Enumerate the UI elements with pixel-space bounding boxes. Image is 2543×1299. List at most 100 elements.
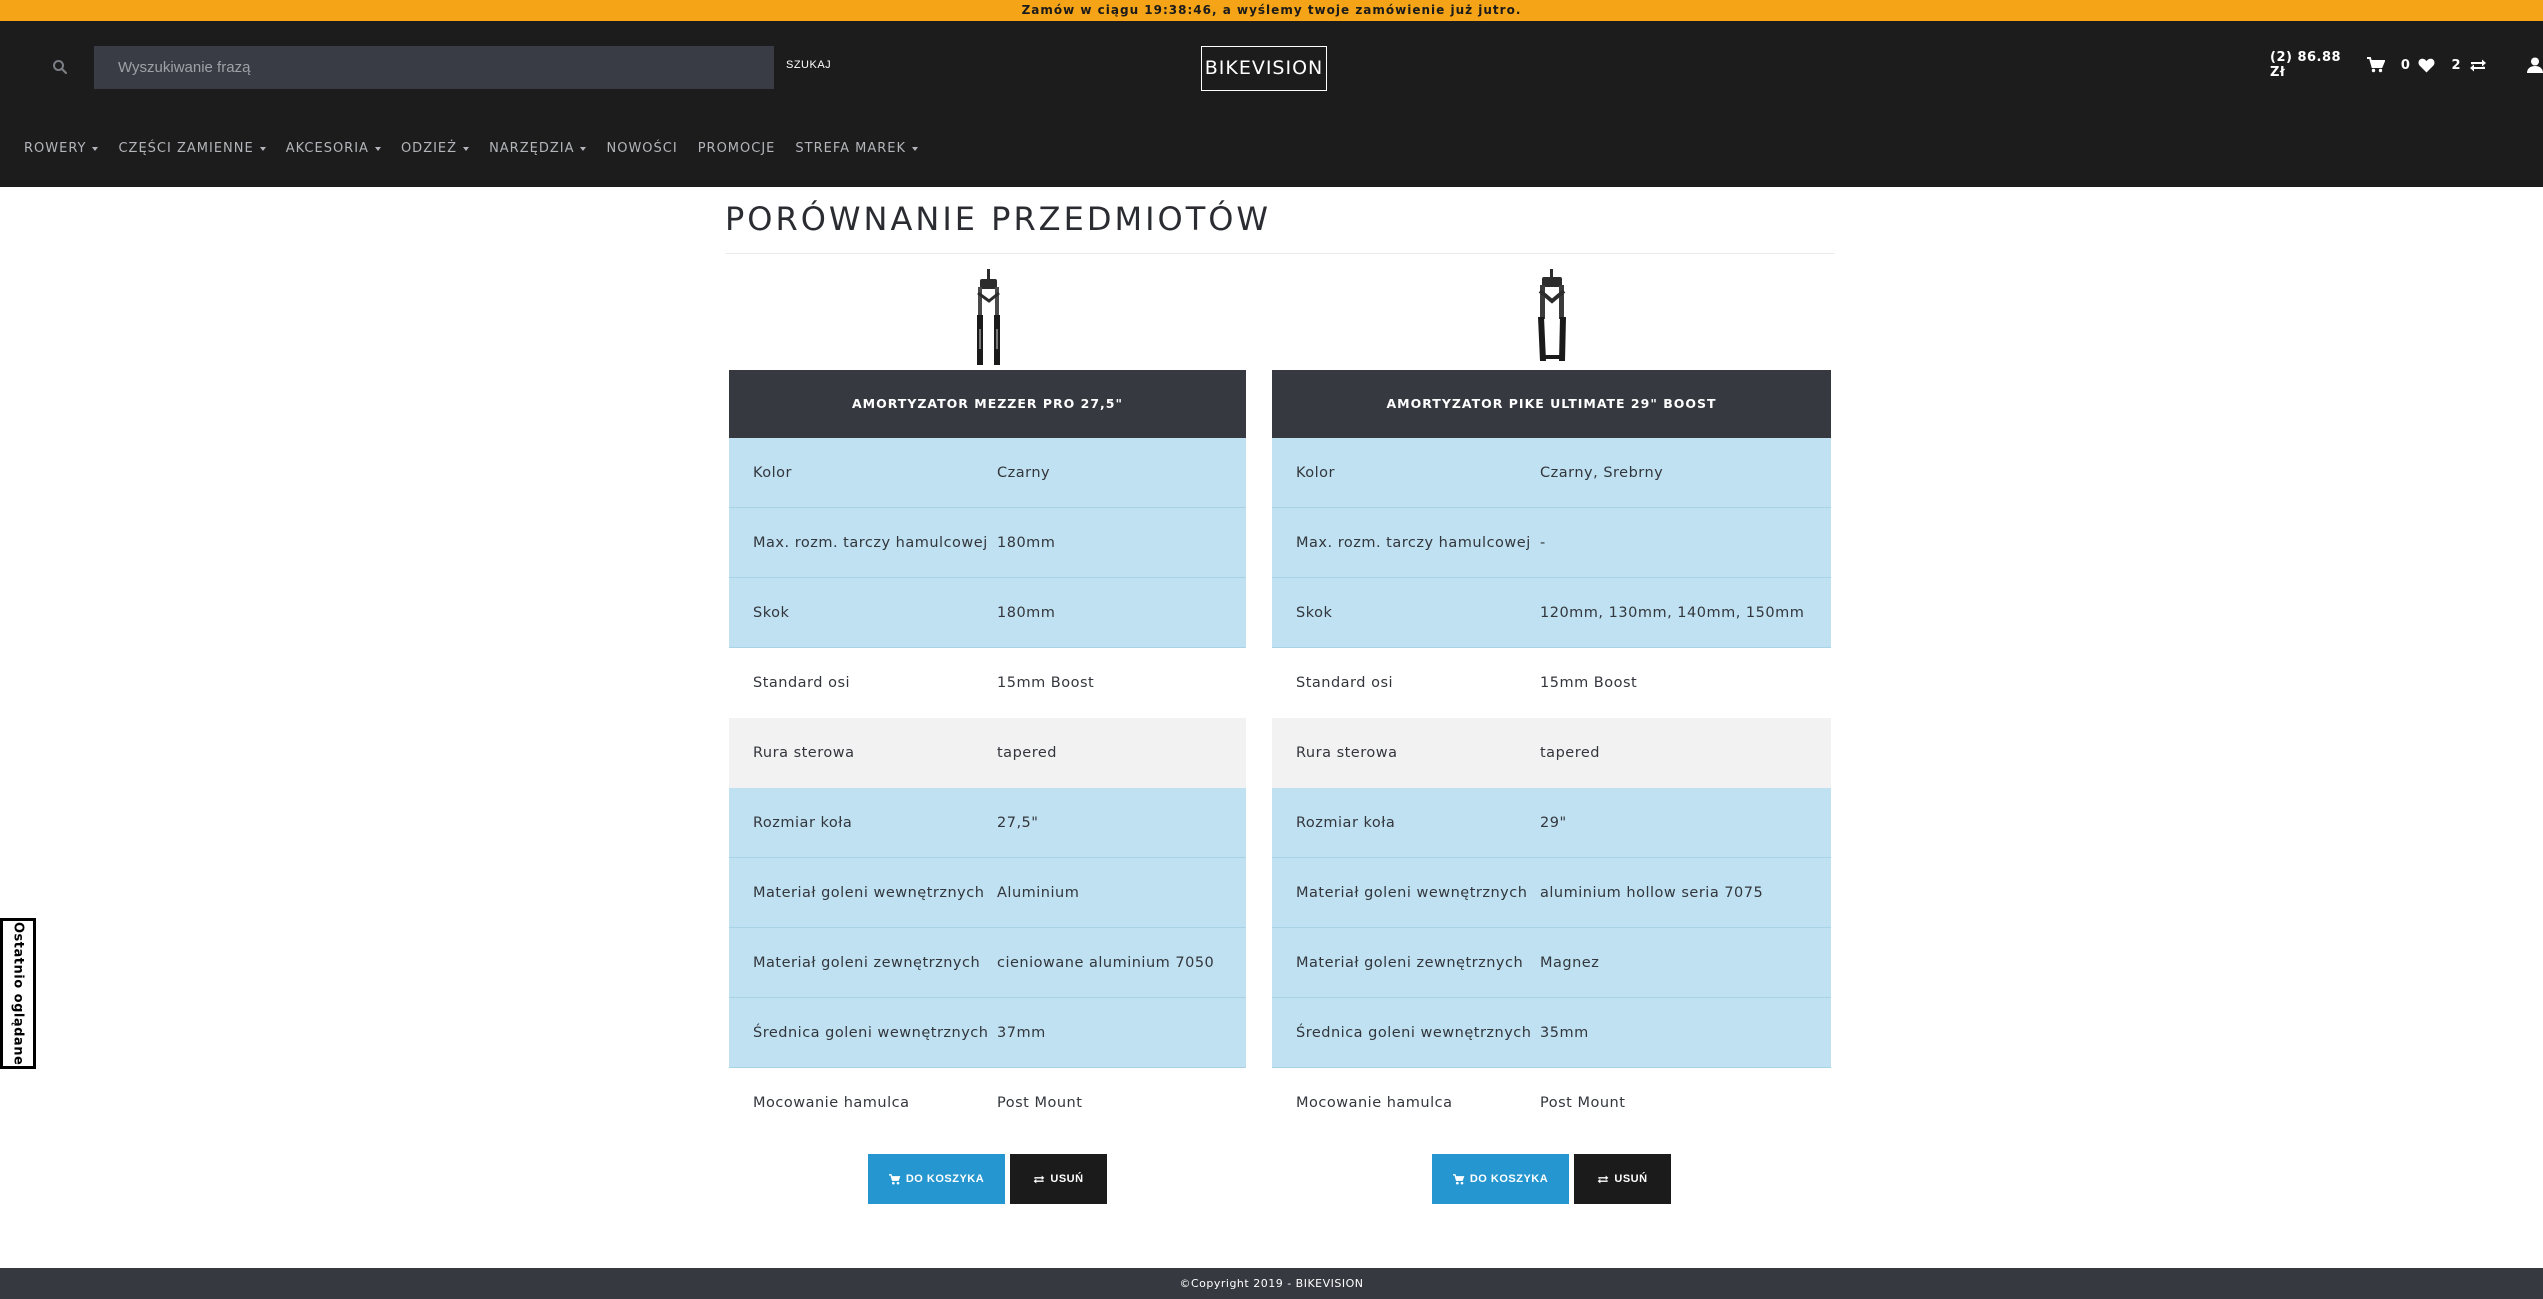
search-input[interactable]: [94, 46, 774, 89]
spec-row: Max. rozm. tarczy hamulcowej -: [1272, 508, 1831, 578]
promo-bar: Zamów w ciągu 19:38:46, a wyślemy twoje …: [0, 0, 2543, 21]
spec-row: Rura sterowa tapered: [1272, 718, 1831, 788]
recently-viewed-tab[interactable]: Ostatnio oglądane: [0, 918, 36, 1069]
spec-label: Mocowanie hamulca: [1296, 1094, 1453, 1111]
caret-down-icon: [374, 146, 381, 151]
nav-item[interactable]: ODZIEŻ: [401, 141, 470, 156]
spec-row: Skok 120mm, 130mm, 140mm, 150mm: [1272, 578, 1831, 648]
caret-down-icon: [92, 146, 99, 151]
account-link[interactable]: [2527, 57, 2543, 73]
remove-label: USUŃ: [1614, 1173, 1648, 1185]
product-name[interactable]: AMORTYZATOR MEZZER PRO 27,5": [729, 370, 1246, 438]
spec-value: Post Mount: [997, 1094, 1083, 1111]
spec-label: Rozmiar koła: [1296, 814, 1396, 831]
spec-label: Rura sterowa: [753, 744, 855, 761]
caret-down-icon: [259, 146, 266, 151]
nav-item[interactable]: STREFA MAREK: [795, 141, 919, 156]
wishlist-count: 0: [2400, 57, 2411, 73]
spec-row: Standard osi 15mm Boost: [729, 648, 1246, 718]
spec-value: 27,5": [997, 814, 1039, 831]
page-title: PORÓWNANIE PRZEDMIOTÓW: [725, 200, 1272, 238]
spec-row: Max. rozm. tarczy hamulcowej 180mm: [729, 508, 1246, 578]
nav-item[interactable]: PROMOCJE: [698, 141, 776, 156]
nav-item-label: NOWOŚCI: [606, 141, 678, 156]
remove-button[interactable]: USUŃ: [1010, 1154, 1107, 1204]
title-divider: [725, 253, 1835, 254]
spec-row: Materiał goleni wewnętrznych Aluminium: [729, 858, 1246, 928]
nav-item[interactable]: NARZĘDZIA: [489, 141, 587, 156]
spec-value: 180mm: [997, 604, 1056, 621]
caret-down-icon: [463, 146, 470, 151]
search-icon[interactable]: [52, 59, 72, 79]
spec-table: Kolor Czarny Max. rozm. tarczy hamulcowej 1…: [729, 438, 1246, 1138]
nav-item-label: CZĘŚCI ZAMIENNE: [118, 141, 254, 156]
heart-icon: [2418, 58, 2435, 73]
spec-label: Średnica goleni wewnętrznych: [1296, 1024, 1532, 1041]
spec-row: Materiał goleni wewnętrznych aluminium ho…: [1272, 858, 1831, 928]
product-image[interactable]: [1527, 269, 1577, 369]
spec-value: Czarny, Srebrny: [1540, 464, 1664, 481]
spec-label: Standard osi: [1296, 674, 1394, 691]
remove-button[interactable]: USUŃ: [1574, 1154, 1671, 1204]
add-to-cart-button[interactable]: DO KOSZYKA: [1432, 1154, 1569, 1204]
cart-total: (2) 86.88 Zł: [2270, 50, 2342, 80]
spec-row: Skok 180mm: [729, 578, 1246, 648]
nav-item[interactable]: CZĘŚCI ZAMIENNE: [118, 141, 266, 156]
spec-value: Aluminium: [997, 884, 1080, 901]
spec-label: Skok: [753, 604, 790, 621]
site-logo[interactable]: BIKEVISION: [1201, 46, 1327, 91]
spec-value: tapered: [1540, 744, 1600, 761]
remove-label: USUŃ: [1050, 1173, 1084, 1185]
add-to-cart-button[interactable]: DO KOSZYKA: [868, 1154, 1005, 1204]
spec-value: -: [1540, 534, 1546, 551]
spec-value: 37mm: [997, 1024, 1046, 1041]
compare-link[interactable]: 2: [2451, 58, 2487, 73]
cart-icon: [888, 1173, 901, 1184]
cart-icon: [1452, 1173, 1465, 1184]
wishlist-link[interactable]: 0: [2401, 58, 2436, 73]
spec-value: 35mm: [1540, 1024, 1589, 1041]
add-to-cart-label: DO KOSZYKA: [1469, 1173, 1549, 1185]
spec-label: Materiał goleni wewnętrznych: [753, 884, 985, 901]
compare-icon: [2469, 58, 2487, 73]
spec-label: Materiał goleni zewnętrznych: [1296, 954, 1524, 971]
spec-label: Rura sterowa: [1296, 744, 1398, 761]
spec-row: Materiał goleni zewnętrznych Magnez: [1272, 928, 1831, 998]
nav-item[interactable]: AKCESORIA: [286, 141, 381, 156]
spec-label: Standard osi: [753, 674, 851, 691]
nav-item-label: ROWERY: [24, 141, 87, 156]
nav-item[interactable]: ROWERY: [24, 141, 99, 156]
spec-table: Kolor Czarny, Srebrny Max. rozm. tarczy ha…: [1272, 438, 1831, 1138]
spec-row: Mocowanie hamulca Post Mount: [1272, 1068, 1831, 1138]
spec-value: 15mm Boost: [997, 674, 1095, 691]
caret-down-icon: [912, 146, 919, 151]
cart-summary[interactable]: (2) 86.88 Zł: [2270, 50, 2385, 80]
spec-row: Rozmiar koła 27,5": [729, 788, 1246, 858]
spec-row: Średnica goleni wewnętrznych 37mm: [729, 998, 1246, 1068]
spec-value: 29": [1540, 814, 1567, 831]
caret-down-icon: [580, 146, 587, 151]
spec-value: 15mm Boost: [1540, 674, 1638, 691]
spec-row: Mocowanie hamulca Post Mount: [729, 1068, 1246, 1138]
compare-count: 2: [2451, 57, 2461, 73]
product-image[interactable]: [954, 269, 1024, 369]
spec-label: Max. rozm. tarczy hamulcowej: [1296, 534, 1531, 551]
product-name[interactable]: AMORTYZATOR PIKE ULTIMATE 29" BOOST: [1272, 370, 1831, 438]
spec-value: 120mm, 130mm, 140mm, 150mm: [1540, 604, 1805, 621]
spec-row: Standard osi 15mm Boost: [1272, 648, 1831, 718]
spec-label: Max. rozm. tarczy hamulcowej: [753, 534, 988, 551]
spec-label: Kolor: [753, 464, 793, 481]
spec-value: cieniowane aluminium 7050: [997, 954, 1215, 971]
spec-label: Materiał goleni wewnętrznych: [1296, 884, 1528, 901]
spec-row: Kolor Czarny: [729, 438, 1246, 508]
recently-viewed-label: Ostatnio oglądane: [10, 921, 26, 1066]
spec-value: Post Mount: [1540, 1094, 1626, 1111]
search-button[interactable]: SZUKAJ: [786, 59, 831, 71]
nav-item[interactable]: NOWOŚCI: [606, 141, 677, 156]
spec-label: Średnica goleni wewnętrznych: [753, 1024, 989, 1041]
nav-item-label: NARZĘDZIA: [489, 141, 575, 156]
spec-value: Magnez: [1540, 954, 1600, 971]
main-nav: ROWERY CZĘŚCI ZAMIENNE AKCESORIA ODZIEŻ NARZ…: [24, 141, 938, 156]
spec-row: Średnica goleni wewnętrznych 35mm: [1272, 998, 1831, 1068]
header-actions: (2) 86.88 Zł 0 2: [2270, 50, 2543, 80]
